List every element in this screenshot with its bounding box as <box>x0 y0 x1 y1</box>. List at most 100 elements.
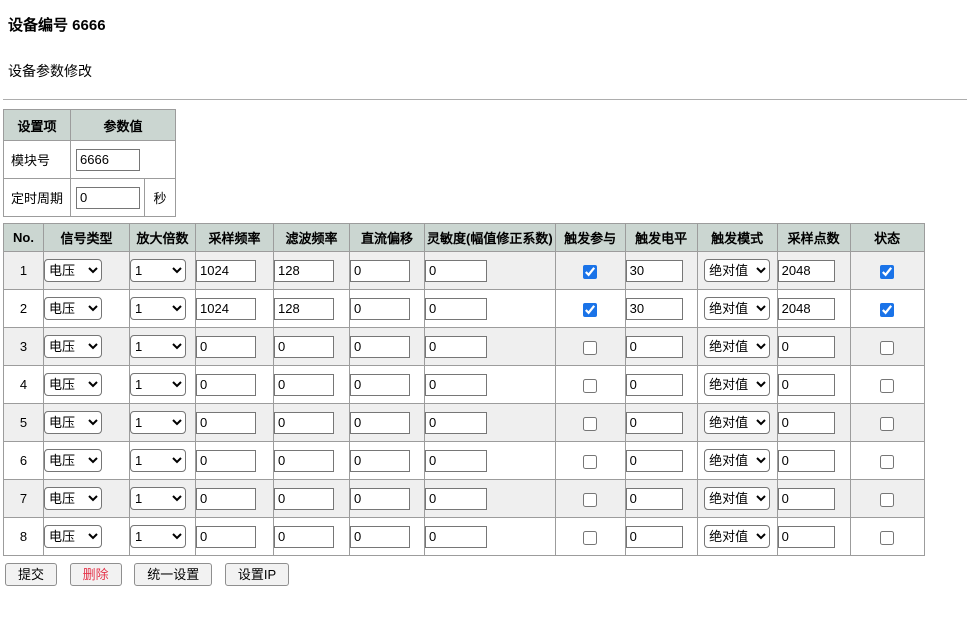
row-number: 4 <box>4 366 44 404</box>
dc-offset-input[interactable] <box>350 526 410 548</box>
sample-rate-input[interactable] <box>196 526 256 548</box>
dc-offset-input[interactable] <box>350 260 410 282</box>
sensitivity-input[interactable] <box>425 526 487 548</box>
params-col-header: 灵敏度(幅值修正系数) <box>425 224 556 252</box>
sensitivity-input[interactable] <box>425 488 487 510</box>
gain-select[interactable]: 1 <box>130 297 186 320</box>
trigger-mode-select[interactable]: 绝对值 <box>704 487 770 510</box>
sensitivity-input[interactable] <box>425 450 487 472</box>
trigger-mode-select[interactable]: 绝对值 <box>704 411 770 434</box>
trigger-enabled-checkbox[interactable] <box>583 379 597 393</box>
trigger-level-input[interactable] <box>626 526 683 548</box>
status-checkbox[interactable] <box>880 417 894 431</box>
sample-points-input[interactable] <box>778 336 835 358</box>
delete-button[interactable]: 删除 <box>70 563 122 586</box>
filter-freq-input[interactable] <box>274 412 334 434</box>
trigger-mode-select[interactable]: 绝对值 <box>704 373 770 396</box>
filter-freq-input[interactable] <box>274 336 334 358</box>
signal-type-select[interactable]: 电压 <box>44 373 102 396</box>
trigger-enabled-checkbox[interactable] <box>583 493 597 507</box>
filter-freq-input[interactable] <box>274 488 334 510</box>
signal-type-select[interactable]: 电压 <box>44 259 102 282</box>
trigger-level-input[interactable] <box>626 374 683 396</box>
trigger-mode-select[interactable]: 绝对值 <box>704 297 770 320</box>
trigger-enabled-checkbox[interactable] <box>583 455 597 469</box>
sensitivity-input[interactable] <box>425 412 487 434</box>
timer-period-input[interactable] <box>76 187 140 209</box>
sample-points-input[interactable] <box>778 526 835 548</box>
trigger-level-input[interactable] <box>626 488 683 510</box>
trigger-mode-select[interactable]: 绝对值 <box>704 449 770 472</box>
signal-type-select[interactable]: 电压 <box>44 449 102 472</box>
filter-freq-input[interactable] <box>274 450 334 472</box>
trigger-enabled-checkbox[interactable] <box>583 341 597 355</box>
sample-points-input[interactable] <box>778 374 835 396</box>
signal-type-select[interactable]: 电压 <box>44 297 102 320</box>
sample-points-input[interactable] <box>778 412 835 434</box>
status-checkbox[interactable] <box>880 531 894 545</box>
filter-freq-input[interactable] <box>274 260 334 282</box>
trigger-level-input[interactable] <box>626 260 683 282</box>
gain-select[interactable]: 1 <box>130 449 186 472</box>
submit-button[interactable]: 提交 <box>5 563 57 586</box>
params-tbody: 1电压1绝对值2电压1绝对值3电压1绝对值4电压1绝对值5电压1绝对值6电压1绝… <box>4 252 925 556</box>
sample-points-input[interactable] <box>778 488 835 510</box>
trigger-level-input[interactable] <box>626 450 683 472</box>
dc-offset-input[interactable] <box>350 336 410 358</box>
sample-points-input[interactable] <box>778 298 835 320</box>
batch-set-button[interactable]: 统一设置 <box>134 563 212 586</box>
gain-select[interactable]: 1 <box>130 411 186 434</box>
status-checkbox[interactable] <box>880 455 894 469</box>
sample-rate-input[interactable] <box>196 450 256 472</box>
sample-rate-input[interactable] <box>196 260 256 282</box>
sensitivity-input[interactable] <box>425 336 487 358</box>
status-checkbox[interactable] <box>880 303 894 317</box>
sample-rate-input[interactable] <box>196 298 256 320</box>
sample-rate-input[interactable] <box>196 488 256 510</box>
signal-type-select[interactable]: 电压 <box>44 487 102 510</box>
module-number-input[interactable] <box>76 149 140 171</box>
filter-freq-input[interactable] <box>274 298 334 320</box>
filter-freq-input[interactable] <box>274 374 334 396</box>
trigger-mode-select[interactable]: 绝对值 <box>704 259 770 282</box>
trigger-enabled-checkbox[interactable] <box>583 303 597 317</box>
dc-offset-input[interactable] <box>350 374 410 396</box>
filter-freq-input[interactable] <box>274 526 334 548</box>
gain-select[interactable]: 1 <box>130 335 186 358</box>
dc-offset-input[interactable] <box>350 488 410 510</box>
status-checkbox[interactable] <box>880 341 894 355</box>
params-col-header: 放大倍数 <box>130 224 196 252</box>
status-checkbox[interactable] <box>880 493 894 507</box>
set-ip-button[interactable]: 设置IP <box>225 563 289 586</box>
gain-select[interactable]: 1 <box>130 373 186 396</box>
signal-type-select[interactable]: 电压 <box>44 525 102 548</box>
signal-type-select[interactable]: 电压 <box>44 335 102 358</box>
dc-offset-input[interactable] <box>350 412 410 434</box>
settings-col-header-value: 参数值 <box>71 110 176 141</box>
status-checkbox[interactable] <box>880 265 894 279</box>
gain-select[interactable]: 1 <box>130 487 186 510</box>
sample-rate-input[interactable] <box>196 374 256 396</box>
gain-select[interactable]: 1 <box>130 259 186 282</box>
trigger-level-input[interactable] <box>626 298 683 320</box>
dc-offset-input[interactable] <box>350 450 410 472</box>
sample-rate-input[interactable] <box>196 336 256 358</box>
timer-period-unit: 秒 <box>145 179 176 217</box>
trigger-enabled-checkbox[interactable] <box>583 531 597 545</box>
status-checkbox[interactable] <box>880 379 894 393</box>
trigger-mode-select[interactable]: 绝对值 <box>704 335 770 358</box>
sample-rate-input[interactable] <box>196 412 256 434</box>
trigger-enabled-checkbox[interactable] <box>583 417 597 431</box>
sensitivity-input[interactable] <box>425 298 487 320</box>
sensitivity-input[interactable] <box>425 260 487 282</box>
sample-points-input[interactable] <box>778 450 835 472</box>
trigger-mode-select[interactable]: 绝对值 <box>704 525 770 548</box>
signal-type-select[interactable]: 电压 <box>44 411 102 434</box>
trigger-level-input[interactable] <box>626 336 683 358</box>
dc-offset-input[interactable] <box>350 298 410 320</box>
sensitivity-input[interactable] <box>425 374 487 396</box>
gain-select[interactable]: 1 <box>130 525 186 548</box>
trigger-enabled-checkbox[interactable] <box>583 265 597 279</box>
sample-points-input[interactable] <box>778 260 835 282</box>
trigger-level-input[interactable] <box>626 412 683 434</box>
